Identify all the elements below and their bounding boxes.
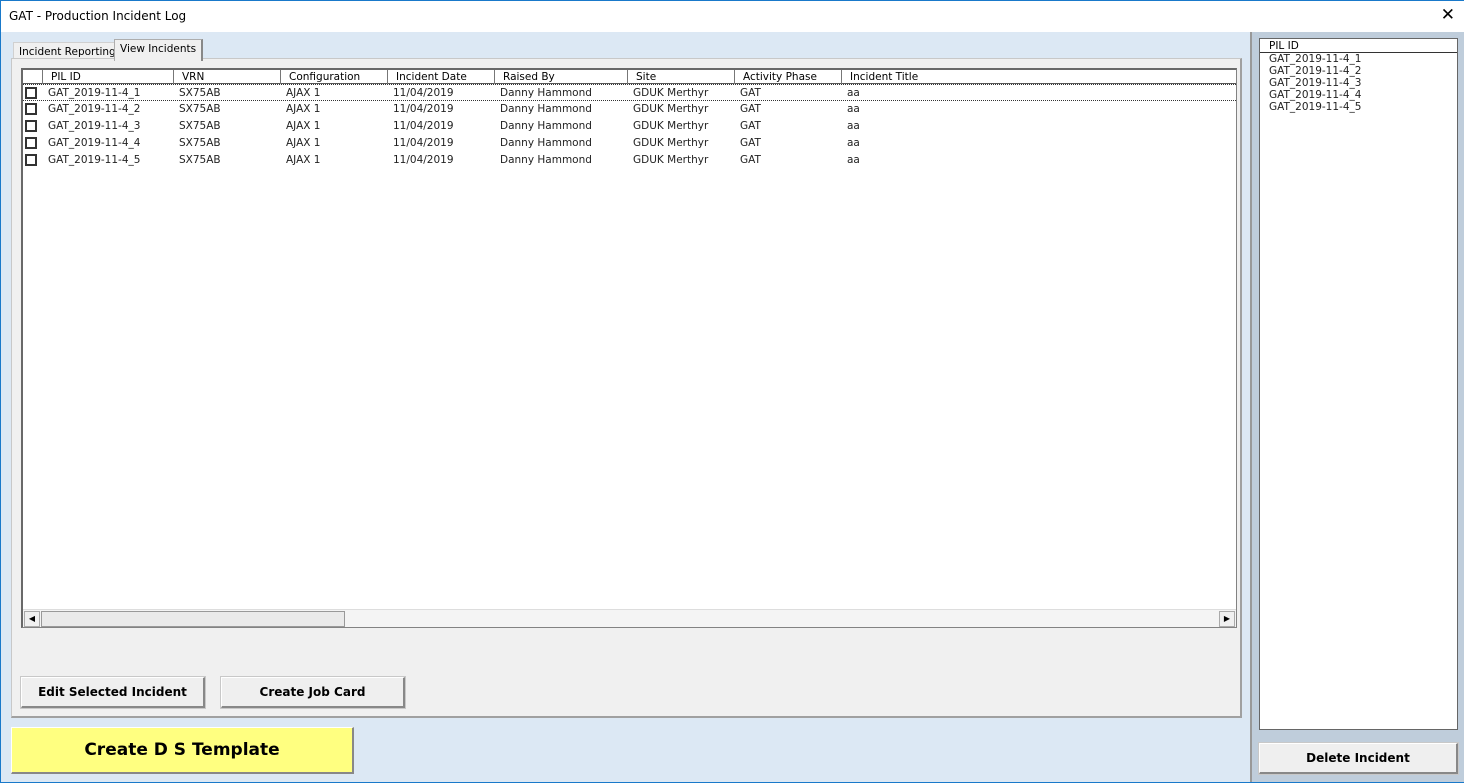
tab-control: Incident Reporting View Incidents PIL ID…: [11, 38, 1242, 718]
edit-selected-incident-button[interactable]: Edit Selected Incident: [20, 676, 206, 709]
column-header[interactable]: Raised By: [494, 70, 555, 84]
row-checkbox[interactable]: [25, 120, 37, 132]
column-header[interactable]: VRN: [173, 70, 204, 84]
table-cell: GDUK Merthyr: [633, 137, 709, 149]
delete-incident-button[interactable]: Delete Incident: [1258, 742, 1459, 775]
create-job-card-button[interactable]: Create Job Card: [220, 676, 406, 709]
tab-view-incidents[interactable]: View Incidents: [114, 39, 204, 61]
table-cell: GAT: [740, 87, 761, 99]
horizontal-scrollbar[interactable]: ◀ ▶: [23, 609, 1236, 627]
table-cell: aa: [847, 87, 860, 99]
table-cell: aa: [847, 120, 860, 132]
table-cell: aa: [847, 154, 860, 166]
side-panel: PIL ID GAT_2019-11-4_1 GAT_2019-11-4_2 GAT…: [1250, 32, 1464, 782]
table-row[interactable]: GAT_2019-11-4_1 SX75AB AJAX 1 11/04/2019 Dan…: [23, 84, 1236, 101]
column-header[interactable]: Site: [627, 70, 656, 84]
column-header[interactable]: PIL ID: [42, 70, 81, 84]
table-cell: AJAX 1: [286, 154, 321, 166]
table-cell: Danny Hammond: [500, 154, 592, 166]
table-cell: 11/04/2019: [393, 154, 454, 166]
table-cell: SX75AB: [179, 87, 221, 99]
title-bar: GAT - Production Incident Log ✕: [1, 0, 1464, 32]
view-incidents-page: PIL ID VRN Configuration Incident Date Raise…: [11, 58, 1242, 718]
create-template-button[interactable]: Create D S Template: [11, 727, 354, 774]
table-row[interactable]: GAT_2019-11-4_4 SX75AB AJAX 1 11/04/2019 Dan…: [23, 135, 1236, 152]
table-cell: GAT_2019-11-4_1: [48, 87, 141, 99]
table-cell: GAT: [740, 103, 761, 115]
table-cell: Danny Hammond: [500, 103, 592, 115]
table-cell: Danny Hammond: [500, 137, 592, 149]
table-cell: AJAX 1: [286, 103, 321, 115]
table-cell: 11/04/2019: [393, 120, 454, 132]
table-cell: 11/04/2019: [393, 103, 454, 115]
scroll-thumb[interactable]: [41, 611, 345, 627]
row-checkbox[interactable]: [25, 154, 37, 166]
table-row[interactable]: GAT_2019-11-4_5 SX75AB AJAX 1 11/04/2019 Dan…: [23, 152, 1236, 169]
table-cell: GAT_2019-11-4_2: [48, 103, 141, 115]
table-cell: AJAX 1: [286, 87, 321, 99]
close-icon[interactable]: ✕: [1441, 5, 1455, 25]
column-header[interactable]: Incident Date: [387, 70, 467, 84]
table-row[interactable]: GAT_2019-11-4_3 SX75AB AJAX 1 11/04/2019 Dan…: [23, 118, 1236, 135]
pil-id-listbox[interactable]: PIL ID GAT_2019-11-4_1 GAT_2019-11-4_2 GAT…: [1259, 38, 1458, 730]
list-item[interactable]: GAT_2019-11-4_5: [1260, 101, 1457, 113]
list-item[interactable]: GAT_2019-11-4_3: [1260, 77, 1457, 89]
pil-id-header: PIL ID: [1260, 39, 1457, 53]
table-cell: AJAX 1: [286, 120, 321, 132]
list-item[interactable]: GAT_2019-11-4_4: [1260, 89, 1457, 101]
table-cell: aa: [847, 137, 860, 149]
list-header: PIL ID VRN Configuration Incident Date Raise…: [23, 70, 1236, 84]
window-title: GAT - Production Incident Log: [9, 9, 187, 23]
row-checkbox[interactable]: [25, 87, 37, 99]
window: GAT - Production Incident Log ✕ Incident…: [0, 0, 1464, 783]
row-checkbox[interactable]: [25, 103, 37, 115]
table-cell: GDUK Merthyr: [633, 154, 709, 166]
table-cell: 11/04/2019: [393, 137, 454, 149]
incident-list[interactable]: PIL ID VRN Configuration Incident Date Raise…: [21, 68, 1237, 628]
row-checkbox[interactable]: [25, 137, 37, 149]
column-header[interactable]: Incident Title: [841, 70, 918, 84]
table-cell: SX75AB: [179, 137, 221, 149]
scroll-right-icon[interactable]: ▶: [1219, 611, 1235, 627]
scroll-left-icon[interactable]: ◀: [24, 611, 40, 627]
table-cell: aa: [847, 103, 860, 115]
table-cell: GAT: [740, 137, 761, 149]
table-cell: GAT: [740, 154, 761, 166]
table-cell: 11/04/2019: [393, 87, 454, 99]
table-row[interactable]: GAT_2019-11-4_2 SX75AB AJAX 1 11/04/2019 Dan…: [23, 101, 1236, 118]
list-item[interactable]: GAT_2019-11-4_1: [1260, 53, 1457, 65]
table-cell: SX75AB: [179, 120, 221, 132]
table-cell: GDUK Merthyr: [633, 103, 709, 115]
table-cell: GDUK Merthyr: [633, 87, 709, 99]
table-cell: GDUK Merthyr: [633, 120, 709, 132]
list-item[interactable]: GAT_2019-11-4_2: [1260, 65, 1457, 77]
table-cell: GAT: [740, 120, 761, 132]
table-cell: GAT_2019-11-4_5: [48, 154, 141, 166]
table-cell: SX75AB: [179, 154, 221, 166]
table-cell: GAT_2019-11-4_4: [48, 137, 141, 149]
column-header[interactable]: Configuration: [280, 70, 360, 84]
table-cell: GAT_2019-11-4_3: [48, 120, 141, 132]
column-header[interactable]: Activity Phase: [734, 70, 817, 84]
table-cell: Danny Hammond: [500, 120, 592, 132]
table-cell: Danny Hammond: [500, 87, 592, 99]
table-cell: AJAX 1: [286, 137, 321, 149]
table-cell: SX75AB: [179, 103, 221, 115]
